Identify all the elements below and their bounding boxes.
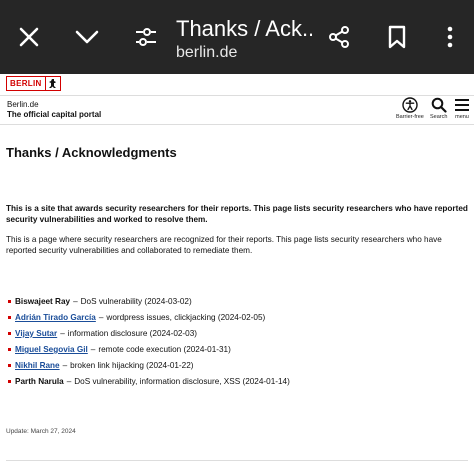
researcher-link[interactable]: Miguel Segovia Gil bbox=[15, 344, 88, 355]
list-item: Vijay Sutar – information disclosure (20… bbox=[8, 328, 290, 344]
logo-strip bbox=[0, 74, 474, 94]
dash: – bbox=[73, 297, 78, 306]
dash: – bbox=[62, 361, 68, 370]
barrier-free-button[interactable]: Barrier-free bbox=[396, 97, 424, 120]
search-icon bbox=[431, 97, 447, 113]
dash: – bbox=[60, 329, 65, 338]
bullet-icon bbox=[8, 316, 11, 319]
bullet-icon bbox=[8, 332, 11, 335]
site-tagline: The official capital portal bbox=[7, 110, 102, 119]
list-item: Nikhil Rane – broken link hijacking (202… bbox=[8, 360, 290, 376]
researcher-detail: DoS vulnerability (2024-03-02) bbox=[80, 297, 192, 306]
dash: – bbox=[66, 377, 72, 386]
dash: – bbox=[90, 345, 96, 354]
intro-bold-paragraph: This is a site that awards security rese… bbox=[6, 204, 468, 224]
bear-icon bbox=[44, 77, 60, 90]
researcher-name: Parth Narula bbox=[15, 377, 64, 386]
hamburger-icon bbox=[455, 99, 469, 111]
researcher-detail: information disclosure (2024-02-03) bbox=[67, 329, 197, 338]
researcher-link[interactable]: Nikhil Rane bbox=[15, 360, 60, 371]
menu-button[interactable]: menu bbox=[454, 97, 470, 120]
divider bbox=[6, 460, 468, 461]
researcher-list: Biswajeet Ray – DoS vulnerability (2024-… bbox=[8, 296, 290, 392]
logo-text: BERLIN bbox=[10, 79, 42, 88]
close-icon[interactable] bbox=[10, 18, 48, 56]
search-button[interactable]: Search bbox=[430, 97, 447, 120]
last-updated: Update: March 27, 2024 bbox=[6, 428, 76, 435]
more-vertical-icon[interactable] bbox=[431, 18, 469, 56]
divider bbox=[0, 95, 474, 96]
list-item: Parth Narula – DoS vulnerability, inform… bbox=[8, 376, 290, 392]
list-item: Biswajeet Ray – DoS vulnerability (2024-… bbox=[8, 296, 290, 312]
intro-paragraph: This is a page where security researcher… bbox=[6, 235, 442, 255]
menu-label: menu bbox=[455, 114, 469, 120]
dash: – bbox=[98, 313, 104, 322]
divider bbox=[0, 124, 474, 125]
bullet-icon bbox=[8, 364, 11, 367]
page-title: Thanks / Acknowledgments bbox=[6, 145, 177, 160]
bullet-icon bbox=[8, 348, 11, 351]
chevron-down-icon[interactable] bbox=[68, 18, 106, 56]
accessibility-icon bbox=[402, 97, 418, 113]
site-name[interactable]: Berlin.de bbox=[7, 100, 39, 110]
bookmark-icon[interactable] bbox=[378, 18, 416, 56]
researcher-link[interactable]: Vijay Sutar bbox=[15, 328, 57, 339]
share-icon[interactable] bbox=[320, 18, 358, 56]
list-item: Miguel Segovia Gil – remote code executi… bbox=[8, 344, 290, 360]
researcher-detail: DoS vulnerability, information disclosur… bbox=[74, 377, 290, 386]
browser-url[interactable]: berlin.de bbox=[176, 44, 237, 62]
researcher-detail: broken link hijacking (2024-01-22) bbox=[70, 361, 194, 370]
bullet-icon bbox=[8, 380, 11, 383]
bullet-icon bbox=[8, 300, 11, 303]
researcher-link[interactable]: Adrián Tirado García bbox=[15, 312, 96, 323]
berlin-logo[interactable]: BERLIN bbox=[6, 76, 61, 91]
search-label: Search bbox=[430, 114, 448, 120]
researcher-detail: remote code execution (2024-01-31) bbox=[98, 345, 231, 354]
page-settings-icon[interactable] bbox=[127, 18, 165, 56]
researcher-name: Biswajeet Ray bbox=[15, 297, 71, 306]
browser-toolbar: Thanks / Ack... berlin.de bbox=[0, 0, 474, 74]
browser-page-title[interactable]: Thanks / Ack... bbox=[176, 16, 312, 42]
barrier-free-label: Barrier-free bbox=[396, 114, 424, 120]
list-item: Adrián Tirado García – wordpress issues,… bbox=[8, 312, 290, 328]
researcher-detail: wordpress issues, clickjacking (2024-02-… bbox=[106, 313, 266, 322]
